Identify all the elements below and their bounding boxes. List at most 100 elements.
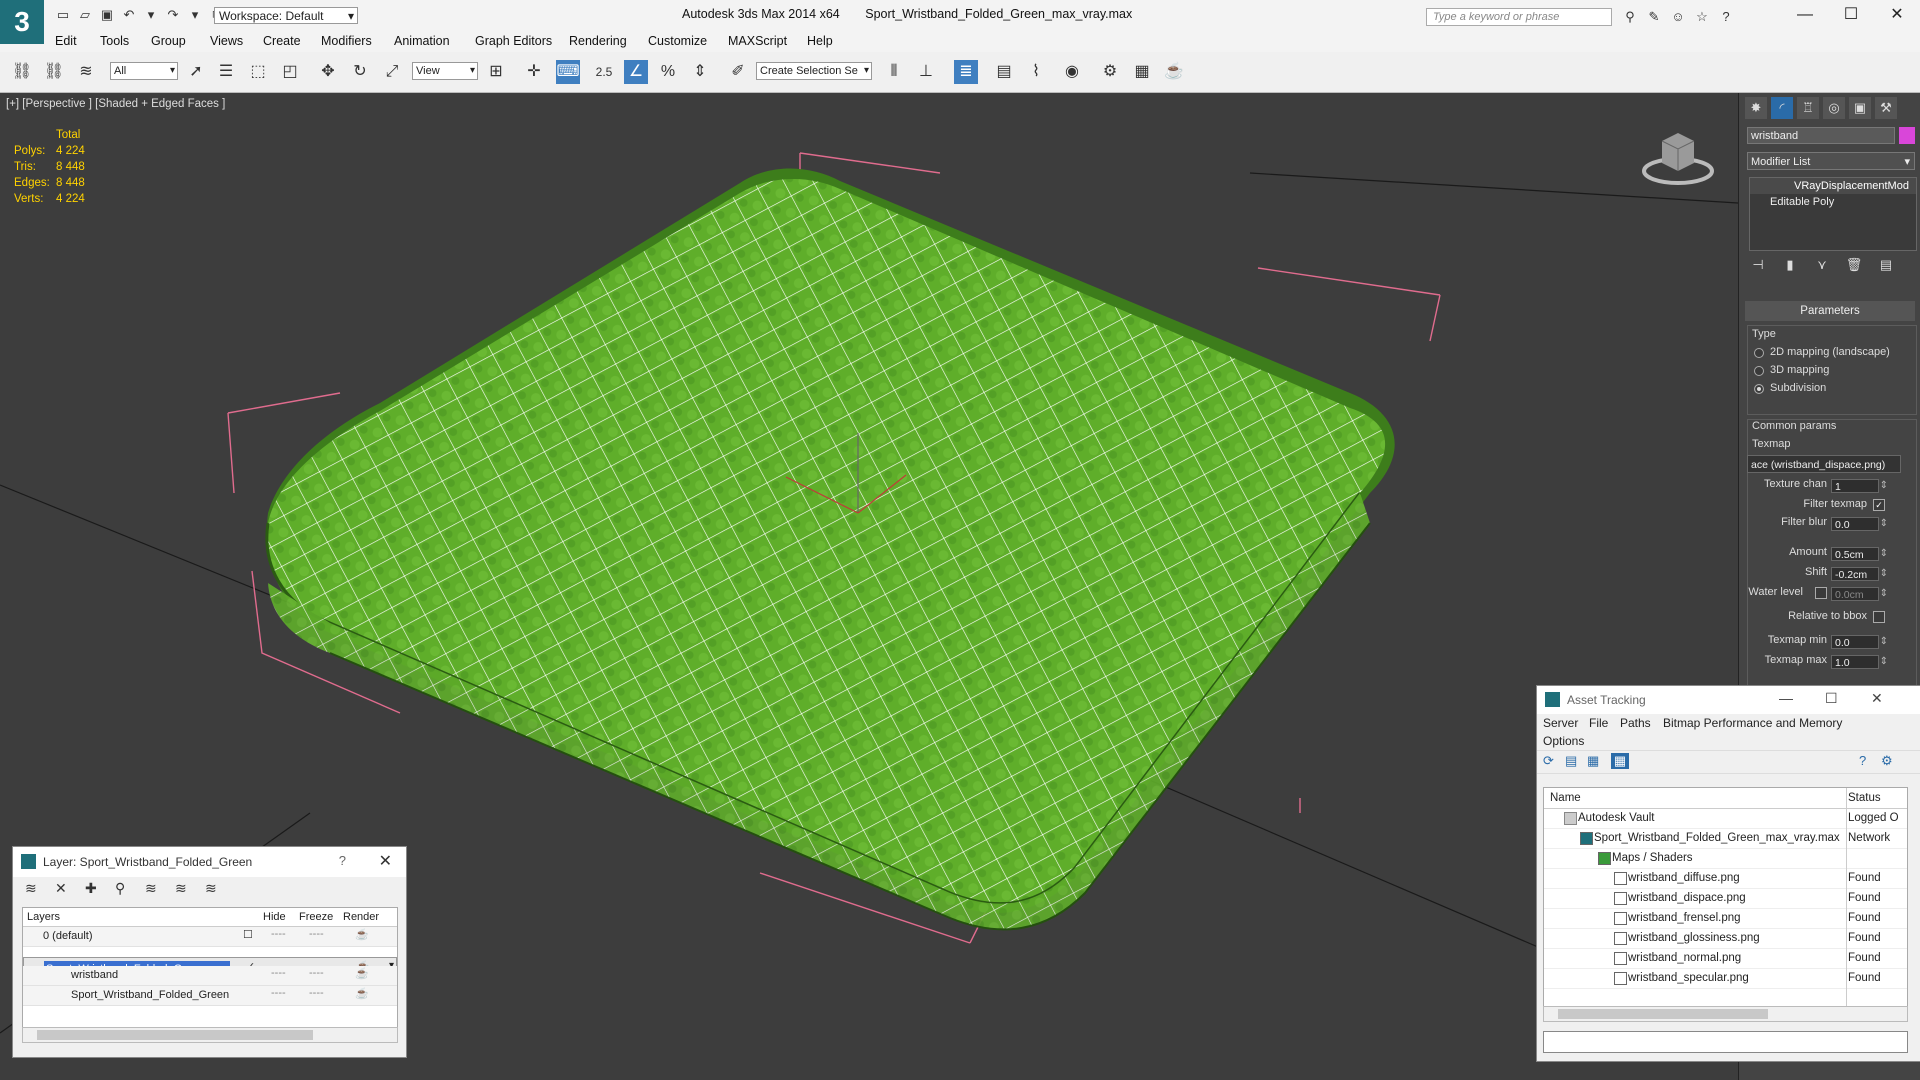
asset-horizontal-scrollbar[interactable] [1543, 1006, 1908, 1022]
redo-dropdown-icon[interactable]: ▾ [186, 6, 204, 24]
layer-row[interactable]: Sport_Wristband_Folded_Green ---- ---- ☕ [23, 986, 397, 1006]
selection-filter-dropdown[interactable]: All [110, 62, 178, 80]
scrollbar-thumb[interactable] [37, 1030, 313, 1040]
help-icon[interactable]: ? [1716, 8, 1736, 26]
radio-2d-mapping[interactable]: 2D mapping (landscape) [1754, 346, 1890, 358]
select-by-name-icon[interactable]: ☰ [214, 60, 238, 84]
water-level-spinner[interactable]: 0.0cm [1831, 587, 1888, 601]
undo-dropdown-icon[interactable]: ▾ [142, 6, 160, 24]
snaps-toggle-icon[interactable]: 2.5 [592, 60, 616, 84]
ribbon-icon[interactable]: ▤ [992, 60, 1016, 84]
maximize-icon[interactable]: ☐ [1825, 690, 1838, 707]
menu-file[interactable]: File [1589, 716, 1608, 730]
link-icon[interactable]: ⛓ [10, 60, 34, 84]
layer-row[interactable]: wristband ---- ---- ☕ [23, 966, 397, 986]
menu-options[interactable]: Options [1543, 734, 1584, 748]
hide-all-layers-icon[interactable]: ≋ [175, 880, 187, 897]
pin-stack-icon[interactable]: ⊣ [1747, 257, 1769, 277]
curve-editor-icon[interactable]: ⌇ [1024, 60, 1048, 84]
modifier-list-dropdown[interactable]: Modifier List [1747, 152, 1915, 171]
asset-path-field[interactable] [1543, 1031, 1908, 1053]
minimize-icon[interactable]: — [1779, 690, 1793, 706]
amount-spinner[interactable]: 0.5cm [1831, 547, 1888, 561]
menu-graph-editors[interactable]: Graph Editors [475, 34, 552, 48]
asset-row[interactable]: Sport_Wristband_Folded_Green_max_vray.ma… [1544, 829, 1907, 849]
modify-tab-icon[interactable]: ◜ [1771, 97, 1793, 119]
menu-group[interactable]: Group [151, 34, 186, 48]
align-icon[interactable]: ⊥ [914, 60, 938, 84]
asset-tracking-titlebar[interactable]: Asset Tracking — ☐ ✕ [1537, 686, 1920, 714]
col-render[interactable]: Render [343, 911, 379, 923]
asset-row[interactable]: wristband_diffuse.png Found [1544, 869, 1907, 889]
menu-views[interactable]: Views [210, 34, 243, 48]
col-layers[interactable]: Layers [27, 911, 60, 923]
water-level-checkbox[interactable] [1815, 587, 1827, 599]
utilities-tab-icon[interactable]: ⚒ [1875, 97, 1897, 119]
render-setup-icon[interactable]: ⚙ [1098, 60, 1122, 84]
thumbnail-view-icon[interactable]: ▦ [1587, 753, 1599, 769]
menu-maxscript[interactable]: MAXScript [728, 34, 787, 48]
select-manipulate-icon[interactable]: ✛ [522, 60, 546, 84]
menu-bitmap-performance[interactable]: Bitmap Performance and Memory [1663, 716, 1842, 730]
viewport-label[interactable]: [+] [Perspective ] [Shaded + Edged Faces… [6, 98, 225, 110]
rect-selection-icon[interactable]: ⬚ [246, 60, 270, 84]
col-hide[interactable]: Hide [263, 911, 286, 923]
scrollbar-thumb[interactable] [1558, 1009, 1768, 1019]
render-teapot-icon[interactable]: ☕ [355, 928, 369, 941]
list-view-icon[interactable]: ▤ [1565, 753, 1577, 769]
render-teapot-icon[interactable]: ☕ [355, 987, 369, 1000]
add-to-layer-icon[interactable]: ✚ [85, 880, 97, 897]
remove-modifier-icon[interactable]: 🗑 [1843, 257, 1865, 277]
stack-item[interactable]: Editable Poly [1750, 194, 1916, 210]
named-selection-dropdown[interactable]: Create Selection Se [756, 62, 872, 80]
show-end-result-icon[interactable]: ▮ [1779, 257, 1801, 277]
col-freeze[interactable]: Freeze [299, 911, 333, 923]
menu-tools[interactable]: Tools [100, 34, 129, 48]
scale-icon[interactable]: ⤢ [380, 60, 404, 84]
radio-subdivision[interactable]: Subdivision [1753, 382, 1826, 394]
asset-row[interactable]: Autodesk Vault Logged O [1544, 809, 1907, 829]
redo-icon[interactable]: ↷ [164, 6, 182, 24]
freeze-all-layers-icon[interactable]: ≋ [205, 880, 217, 897]
asset-row[interactable]: wristband_normal.png Found [1544, 949, 1907, 969]
filter-blur-spinner[interactable]: 0.0 [1831, 517, 1888, 531]
menu-modifiers[interactable]: Modifiers [321, 34, 372, 48]
menu-animation[interactable]: Animation [394, 34, 450, 48]
col-name[interactable]: Name [1550, 792, 1581, 804]
reference-coord-dropdown[interactable]: View [412, 62, 478, 80]
new-file-icon[interactable]: ▭ [54, 6, 72, 24]
undo-icon[interactable]: ↶ [120, 6, 138, 24]
help-icon[interactable]: ? [1859, 753, 1866, 768]
asset-row[interactable]: wristband_frensel.png Found [1544, 909, 1907, 929]
asset-row[interactable]: wristband_specular.png Found [1544, 969, 1907, 989]
search-input[interactable]: Type a keyword or phrase [1426, 8, 1612, 26]
render-frame-icon[interactable]: ▦ [1130, 60, 1154, 84]
unlink-icon[interactable]: ⛓ [42, 60, 66, 84]
table-view-icon[interactable]: ▦ [1611, 753, 1629, 769]
relative-bbox-checkbox[interactable] [1873, 611, 1885, 623]
menu-customize[interactable]: Customize [648, 34, 707, 48]
star-icon[interactable]: ☆ [1692, 8, 1712, 26]
parameters-rollout[interactable]: Parameters [1745, 301, 1915, 321]
help-icon[interactable]: ? [339, 853, 346, 868]
active-layer-box[interactable]: ☐ [243, 928, 253, 941]
open-file-icon[interactable]: ▱ [76, 6, 94, 24]
move-icon[interactable]: ✥ [316, 60, 340, 84]
edit-named-selection-icon[interactable]: ✐ [726, 60, 750, 84]
layer-row[interactable]: 0 (default) ☐ ---- ---- ☕ [23, 927, 397, 947]
texmap-max-spinner[interactable]: 1.0 [1831, 655, 1888, 669]
window-crossing-icon[interactable]: ◰ [278, 60, 302, 84]
minimize-icon[interactable]: — [1782, 0, 1828, 30]
menu-help[interactable]: Help [807, 34, 833, 48]
keyboard-shortcut-override-icon[interactable]: ⌨ [556, 60, 580, 84]
close-icon[interactable]: ✕ [1871, 690, 1883, 707]
hierarchy-tab-icon[interactable]: ♖ [1797, 97, 1819, 119]
create-tab-icon[interactable]: ✸ [1745, 97, 1767, 119]
display-tab-icon[interactable]: ▣ [1849, 97, 1871, 119]
binoculars-icon[interactable]: ⚲ [1620, 8, 1640, 26]
column-divider[interactable] [1846, 788, 1847, 1016]
viewcube-icon[interactable] [1640, 123, 1716, 187]
filter-texmap-checkbox[interactable]: ✓ [1873, 499, 1885, 511]
layer-manager-icon[interactable]: ≣ [954, 60, 978, 84]
settings-icon[interactable]: ⚙ [1881, 753, 1893, 769]
